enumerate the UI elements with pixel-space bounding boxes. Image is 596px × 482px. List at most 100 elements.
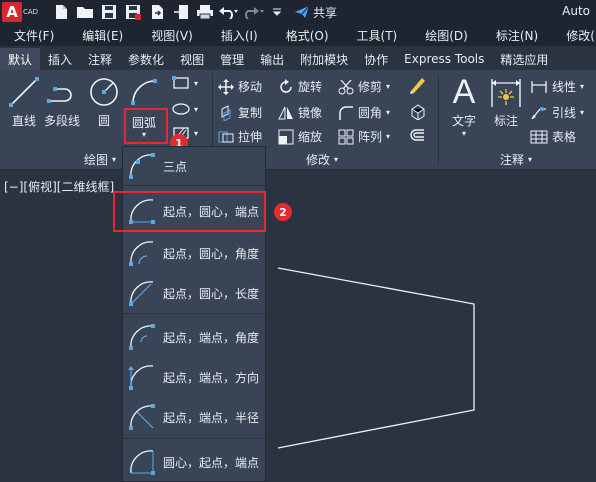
offset-tool[interactable]: [408, 128, 426, 144]
trim-icon: [338, 79, 354, 94]
arc-3point-icon: [123, 147, 161, 185]
arc-option-center-start-end[interactable]: 圆心，起点，端点: [123, 443, 265, 481]
mirror-tool[interactable]: 镜像: [278, 104, 322, 121]
array-tool[interactable]: 阵列 ▾: [338, 128, 390, 145]
trim-label: 修剪: [358, 80, 383, 94]
tab-addins[interactable]: 附加模块: [292, 48, 356, 70]
menu-view[interactable]: 视图(V): [137, 27, 207, 44]
cad-application-window: A CAD 共享 Auto 文件(F) 编辑(E) 视图(V) 插入(I) 格式…: [0, 0, 596, 482]
redo-icon[interactable]: [242, 2, 264, 22]
menu-divider: [123, 438, 265, 439]
arc-option-start-end-angle[interactable]: 起点，端点，角度: [123, 318, 265, 356]
circle-label: 圆: [97, 114, 110, 128]
polyline-tool[interactable]: 多段线: [44, 74, 80, 129]
scale-label: 缩放: [298, 130, 323, 144]
ellipse-tool[interactable]: ▾: [172, 102, 198, 116]
arc-option-start-end-radius[interactable]: 起点，端点，半径: [123, 398, 265, 436]
tab-featured-apps[interactable]: 精选应用: [492, 48, 556, 70]
move-icon: [218, 78, 234, 95]
rotate-tool[interactable]: 旋转: [278, 78, 322, 95]
drawing-canvas[interactable]: [0, 171, 596, 482]
logo-sub: CAD: [23, 8, 39, 16]
explode-tool[interactable]: [408, 102, 426, 120]
trim-tool[interactable]: 修剪 ▾: [338, 78, 390, 95]
text-label: 文字: [451, 114, 476, 128]
annotation-panel-label[interactable]: 注释 ▾: [500, 151, 532, 168]
arc-option-three-point[interactable]: 三点: [123, 147, 265, 185]
logo-letter: A: [2, 2, 22, 22]
menu-draw[interactable]: 绘图(D): [411, 27, 482, 44]
table-tool[interactable]: 表格: [530, 128, 576, 145]
scale-tool[interactable]: 缩放: [278, 128, 322, 145]
dimension-icon: [488, 74, 524, 110]
menu-divider: [123, 313, 265, 314]
new-file-icon[interactable]: [50, 2, 72, 22]
menu-dimension[interactable]: 标注(N): [482, 27, 552, 44]
tab-manage[interactable]: 管理: [212, 48, 252, 70]
ellipse-icon: [172, 103, 190, 115]
tab-collaborate[interactable]: 协作: [356, 48, 396, 70]
print-icon[interactable]: [194, 2, 216, 22]
export-icon[interactable]: [146, 2, 168, 22]
panel-divider: [438, 74, 439, 166]
draw-panel-title: 绘图: [84, 153, 109, 167]
arc-option-start-end-direction[interactable]: 起点，端点，方向: [123, 358, 265, 396]
circle-tool[interactable]: 圆: [86, 74, 122, 129]
menu-file[interactable]: 文件(F): [0, 27, 68, 44]
tab-express-tools[interactable]: Express Tools: [396, 48, 492, 70]
tab-view[interactable]: 视图: [172, 48, 212, 70]
array-label: 阵列: [358, 130, 383, 144]
copy-tool[interactable]: 复制: [218, 104, 262, 121]
fillet-tool[interactable]: 圆角 ▾: [338, 104, 390, 121]
import-icon[interactable]: [170, 2, 192, 22]
line-tool[interactable]: 直线: [6, 74, 42, 129]
menu-tools[interactable]: 工具(T): [343, 27, 412, 44]
move-tool[interactable]: 移动: [218, 78, 262, 95]
rectangle-tool[interactable]: ▾: [172, 76, 198, 90]
save-as-icon[interactable]: [122, 2, 144, 22]
ribbon-panel: 直线 多段线 圆 圆弧 ▾ ▾ ▾ ▾ 绘图 ▾ 移动 旋转 修剪 ▾ 复制 镜…: [0, 70, 596, 170]
erase-icon: [410, 78, 425, 94]
open-folder-icon[interactable]: [74, 2, 96, 22]
dimension-label: 标注: [493, 114, 518, 128]
menu-divider: [123, 185, 265, 186]
table-icon: [530, 130, 548, 143]
undo-icon[interactable]: [218, 2, 240, 22]
arc-option-label: 三点: [163, 159, 188, 174]
modify-panel-label[interactable]: 修改 ▾: [306, 151, 338, 168]
qat-dropdown-icon[interactable]: [266, 2, 288, 22]
tab-output[interactable]: 输出: [252, 48, 292, 70]
arc-option-start-center-length[interactable]: 起点，圆心，长度: [123, 274, 265, 312]
save-icon[interactable]: [98, 2, 120, 22]
menu-insert[interactable]: 插入(I): [207, 27, 272, 44]
line-label: 直线: [11, 114, 36, 128]
linear-dropdown-icon: ▾: [580, 82, 585, 91]
tab-parametric[interactable]: 参数化: [120, 48, 172, 70]
menu-modify[interactable]: 修改(M): [552, 27, 596, 44]
tab-insert[interactable]: 插入: [40, 48, 80, 70]
table-label: 表格: [552, 130, 577, 144]
mirror-icon: [278, 106, 293, 119]
text-dropdown-icon: ▾: [461, 129, 466, 138]
dimension-tool[interactable]: 标注: [488, 74, 524, 129]
arc-option-label: 起点，圆心，角度: [163, 246, 260, 261]
leader-tool[interactable]: 引线 ▾: [530, 104, 584, 121]
stretch-tool[interactable]: 拉伸: [218, 128, 262, 145]
draw-panel-label[interactable]: 绘图 ▾: [84, 151, 116, 168]
erase-tool[interactable]: [408, 76, 426, 94]
menu-format[interactable]: 格式(O): [272, 27, 343, 44]
linear-dim-tool[interactable]: 线性 ▾: [530, 78, 584, 95]
app-logo[interactable]: A CAD: [2, 2, 42, 22]
array-icon: [338, 129, 354, 144]
arc-option-start-center-angle[interactable]: 起点，圆心，角度: [123, 234, 265, 272]
fillet-icon: [339, 105, 353, 120]
text-tool[interactable]: A 文字 ▾: [446, 74, 482, 138]
stretch-label: 拉伸: [238, 130, 263, 144]
tab-default[interactable]: 默认: [0, 48, 41, 70]
modify-panel-title: 修改: [306, 153, 331, 167]
menu-edit[interactable]: 编辑(E): [68, 27, 137, 44]
arc-button-highlight: [124, 108, 168, 144]
tab-annotate[interactable]: 注释: [80, 48, 120, 70]
viewport-label[interactable]: [−][俯视][二维线框]: [4, 178, 114, 195]
share-button[interactable]: 共享: [294, 4, 337, 21]
